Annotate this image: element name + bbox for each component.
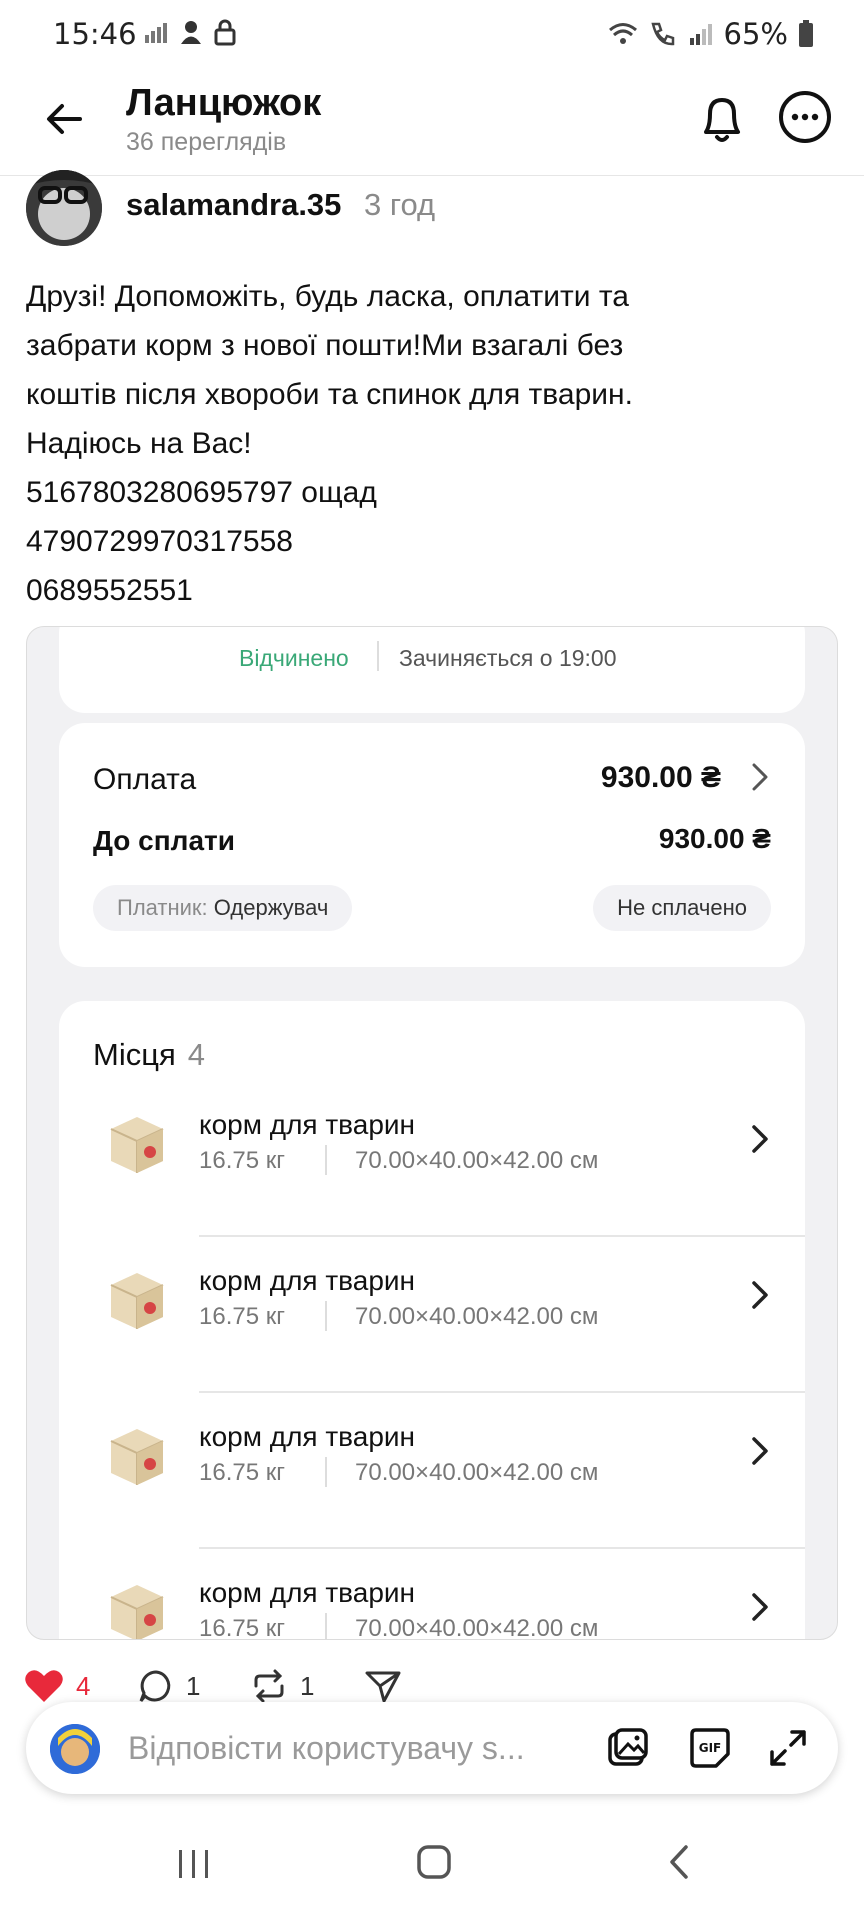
parcel-box-icon [110,1429,164,1485]
page-title: Ланцюжок [126,82,322,124]
status-bar: 15:46 65% [0,0,864,70]
profile-icon [181,21,201,44]
due-amount: 930.00 ₴ [658,823,771,854]
due-label: До сплати [93,825,235,856]
item-name: корм для тварин [199,1109,415,1140]
battery-percent: 65% [723,17,788,51]
signal-icon [689,24,712,45]
open-status: Відчинено [239,645,349,671]
comment-icon [139,1670,171,1702]
post-time: 3 год [364,187,436,222]
parcel-box-icon [110,1273,164,1329]
more-icon[interactable] [778,90,832,144]
back-arrow-icon[interactable] [40,94,90,144]
call-icon [650,22,674,46]
item-weight: 16.75 кг [199,1147,285,1174]
bell-icon[interactable] [694,90,750,148]
chevron-right-icon [752,1593,768,1621]
payment-amount: 930.00 ₴ [600,761,721,794]
like-button[interactable]: 4 [24,1668,90,1704]
hours-card: Відчинено Зачиняється о 19:00 [59,627,805,713]
parcel-box-icon [110,1117,164,1173]
closing-time: Зачиняється о 19:00 [399,645,617,671]
list-item: корм для тварин 16.75 кг 70.00×40.00×42.… [59,1081,805,1237]
post-line: коштів після хвороби та спинок для твари… [26,378,633,411]
author-avatar[interactable] [26,170,102,246]
item-name: корм для тварин [199,1577,415,1608]
views-count: 36 переглядів [126,128,287,156]
signal-question-icon [145,23,167,43]
chevron-right-icon [752,1281,768,1309]
recent-apps-icon[interactable] [176,1844,212,1884]
post-line: Друзі! Допоможіть, будь ласка, оплатити … [26,280,629,313]
status-right: 65% [608,17,814,51]
post-line: 4790729970317558 [26,525,293,558]
item-dimensions: 70.00×40.00×42.00 см [355,1615,599,1640]
chevron-right-icon [752,1437,768,1465]
list-item: корм для тварин 16.75 кг 70.00×40.00×42.… [59,1393,805,1549]
item-weight: 16.75 кг [199,1615,285,1640]
share-icon [365,1671,401,1703]
post-body: Друзі! Допоможіть, будь ласка, оплатити … [26,272,846,615]
places-card: Місця 4 корм для тварин 16.75 кг 70.00×40… [59,1001,805,1640]
home-icon[interactable] [414,1842,454,1882]
share-button[interactable] [364,1668,402,1704]
places-count: 4 [187,1037,206,1072]
item-weight: 16.75 кг [199,1459,285,1486]
svg-text:GIF: GIF [699,1741,722,1755]
payer-value: Одержувач [213,895,329,920]
item-dimensions: 70.00×40.00×42.00 см [355,1303,599,1330]
item-name: корм для тварин [199,1421,415,1452]
reply-bar[interactable]: Відповісти користувачу s... GIF [26,1702,838,1794]
reply-input[interactable]: Відповісти користувачу s... [128,1730,525,1767]
list-item: корм для тварин 16.75 кг 70.00×40.00×42.… [59,1549,805,1640]
battery-icon [799,20,813,47]
item-dimensions: 70.00×40.00×42.00 см [355,1147,599,1174]
image-icon[interactable] [604,1724,652,1772]
places-header: Місця 4 [93,1037,205,1073]
item-name: корм для тварин [199,1265,415,1296]
back-nav-icon[interactable] [664,1842,694,1882]
comment-button[interactable]: 1 [138,1668,200,1704]
post-line: 0689552551 [26,574,193,607]
item-dimensions: 70.00×40.00×42.00 см [355,1459,599,1486]
my-avatar [50,1724,100,1774]
status-time: 15:46 [53,17,137,51]
places-label: Місця [93,1037,176,1072]
comment-count: 1 [186,1670,201,1701]
parcel-box-icon [110,1585,164,1639]
chevron-right-icon [752,1125,768,1153]
repost-icon [254,1669,284,1703]
chevron-right-icon [752,763,768,791]
repost-button[interactable]: 1 [250,1668,314,1704]
gif-icon[interactable]: GIF [686,1724,734,1772]
author-username[interactable]: salamandra.35 [126,187,341,223]
post-line: 5167803280695797 ощад [26,476,377,509]
heart-icon [25,1670,63,1702]
item-weight: 16.75 кг [199,1303,285,1330]
status-left-icons [143,18,237,46]
payer-pill: Платник: Одержувач [93,885,353,931]
payer-label: Платник: [117,895,208,920]
expand-icon[interactable] [764,1724,812,1772]
like-count: 4 [76,1670,91,1701]
unpaid-badge: Не сплачено [593,885,771,931]
attached-screenshot[interactable]: Відчинено Зачиняється о 19:00 Оплата 930… [26,626,838,1640]
post-line: забрати корм з нової пошти!Ми взагалі бе… [26,329,624,362]
list-item: корм для тварин 16.75 кг 70.00×40.00×42.… [59,1237,805,1393]
post-line: Надіюсь на Вас! [26,427,252,460]
wifi-icon [608,23,637,44]
payment-card: Оплата 930.00 ₴ До сплати 930.00 ₴ Платн… [59,723,805,967]
repost-count: 1 [300,1670,315,1701]
lock-icon [214,19,236,46]
system-nav-bar [0,1820,864,1920]
payment-label: Оплата [93,763,197,796]
top-bar: Ланцюжок 36 переглядів [0,70,864,176]
